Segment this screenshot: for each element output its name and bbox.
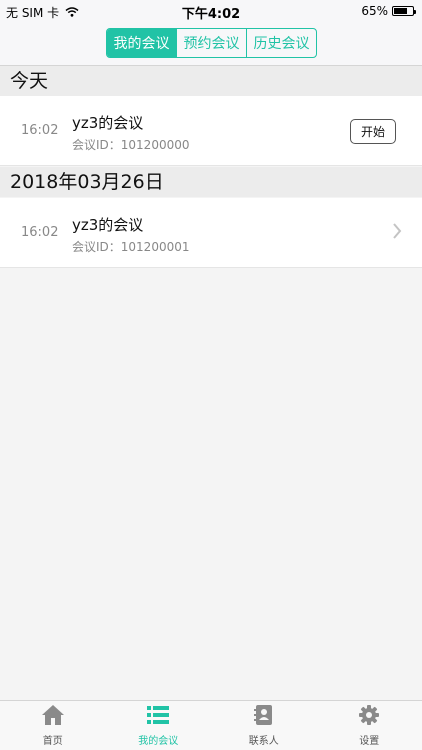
battery-percent: 65% — [361, 4, 388, 18]
meeting-row[interactable]: 16:02 yz3的会议 会议ID：101200001 — [0, 198, 422, 268]
meeting-title: yz3的会议 — [72, 114, 144, 132]
chevron-right-icon — [392, 222, 402, 244]
status-bar: 无 SIM 卡 下午4:02 65% — [0, 0, 422, 22]
tab-bar-label: 首页 — [42, 736, 63, 747]
meeting-title: yz3的会议 — [72, 216, 144, 234]
gear-icon — [358, 704, 380, 732]
list-icon — [146, 704, 170, 732]
tab-bar-label: 设置 — [359, 736, 380, 747]
status-time: 下午4:02 — [181, 7, 241, 22]
nav-header: 我的会议 预约会议 历史会议 — [0, 22, 422, 66]
tab-bar: 首页 我的会议 联系人 设置 — [0, 700, 422, 750]
meeting-id: 会议ID：101200000 — [72, 138, 190, 152]
meeting-segmented-control: 我的会议 预约会议 历史会议 — [106, 28, 317, 58]
status-right: 65% — [361, 4, 416, 18]
battery-icon — [392, 6, 416, 16]
tab-history-meetings[interactable]: 历史会议 — [247, 29, 316, 57]
tab-my-meetings[interactable]: 我的会议 — [107, 29, 177, 57]
tab-bar-item-settings[interactable]: 设置 — [317, 701, 422, 750]
contacts-icon — [253, 704, 275, 732]
tab-bar-item-home[interactable]: 首页 — [0, 701, 106, 750]
tab-bar-label: 我的会议 — [138, 736, 179, 747]
section-header-date: 2018年03月26日 — [0, 167, 422, 197]
tab-bar-item-contacts[interactable]: 联系人 — [211, 701, 317, 750]
tab-bar-item-my-meetings[interactable]: 我的会议 — [106, 701, 212, 750]
section-header-today: 今天 — [0, 66, 422, 96]
meeting-id: 会议ID：101200001 — [72, 240, 190, 254]
meeting-time: 16:02 — [21, 123, 59, 138]
meeting-time: 16:02 — [21, 225, 59, 240]
home-icon — [41, 704, 65, 732]
start-meeting-button[interactable]: 开始 — [350, 119, 396, 144]
tab-scheduled-meetings[interactable]: 预约会议 — [177, 29, 247, 57]
tab-bar-label: 联系人 — [248, 736, 279, 747]
meeting-row[interactable]: 16:02 yz3的会议 会议ID：101200000 开始 — [0, 96, 422, 166]
